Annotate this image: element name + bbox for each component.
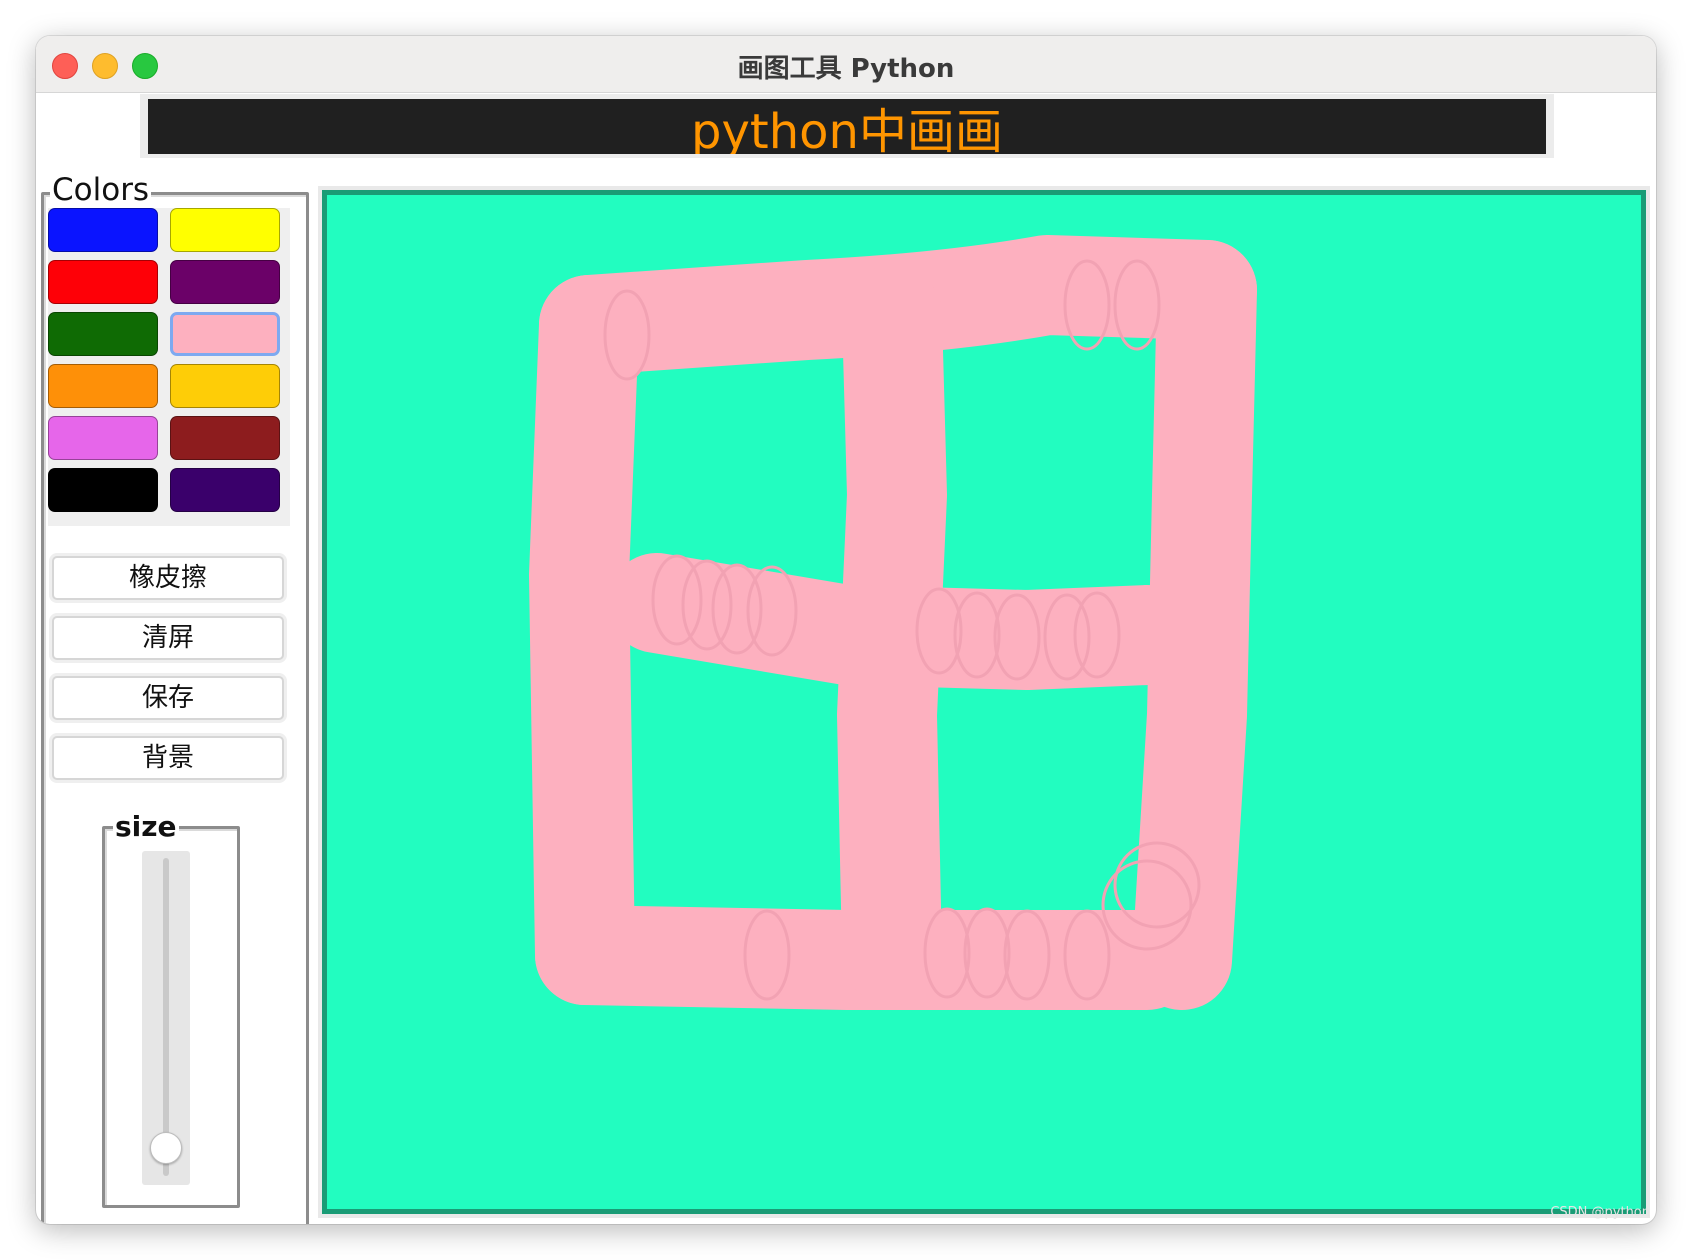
color-swatch-black[interactable] — [48, 468, 158, 512]
color-swatch-dark-red[interactable] — [170, 416, 280, 460]
color-swatch-yellow[interactable] — [170, 208, 280, 252]
save-button[interactable]: 保存 — [52, 676, 284, 720]
colors-legend: Colors — [50, 172, 152, 208]
color-swatch-blue[interactable] — [48, 208, 158, 252]
window-title: 画图工具 Python — [737, 54, 955, 84]
color-swatch-orange[interactable] — [48, 364, 158, 408]
color-swatch-red[interactable] — [48, 260, 158, 304]
color-swatch-indigo[interactable] — [170, 468, 280, 512]
size-legend: size — [113, 810, 179, 843]
app-window: 画图工具 Python python中画画 Colors 橡皮擦 清屏 保存 背… — [36, 36, 1656, 1224]
color-swatch-purple[interactable] — [170, 260, 280, 304]
drawing-canvas[interactable] — [322, 190, 1646, 1214]
color-swatch-green[interactable] — [48, 312, 158, 356]
size-slider-handle[interactable] — [150, 1131, 182, 1164]
canvas-drawing — [529, 235, 1257, 1010]
color-swatch-pink[interactable] — [170, 312, 280, 356]
size-slider-groove — [163, 858, 169, 1176]
clear-screen-button[interactable]: 清屏 — [52, 616, 284, 660]
watermark: CSDN @python — [1550, 1205, 1650, 1220]
color-swatch-panel — [48, 208, 290, 526]
eraser-button[interactable]: 橡皮擦 — [52, 556, 284, 600]
title-banner: python中画画 — [148, 99, 1546, 154]
drawn-stroke-left — [529, 275, 639, 1005]
title-bar: 画图工具 Python — [36, 36, 1656, 93]
background-button[interactable]: 背景 — [52, 736, 284, 780]
color-swatch-violet[interactable] — [48, 416, 158, 460]
color-swatch-gold[interactable] — [170, 364, 280, 408]
